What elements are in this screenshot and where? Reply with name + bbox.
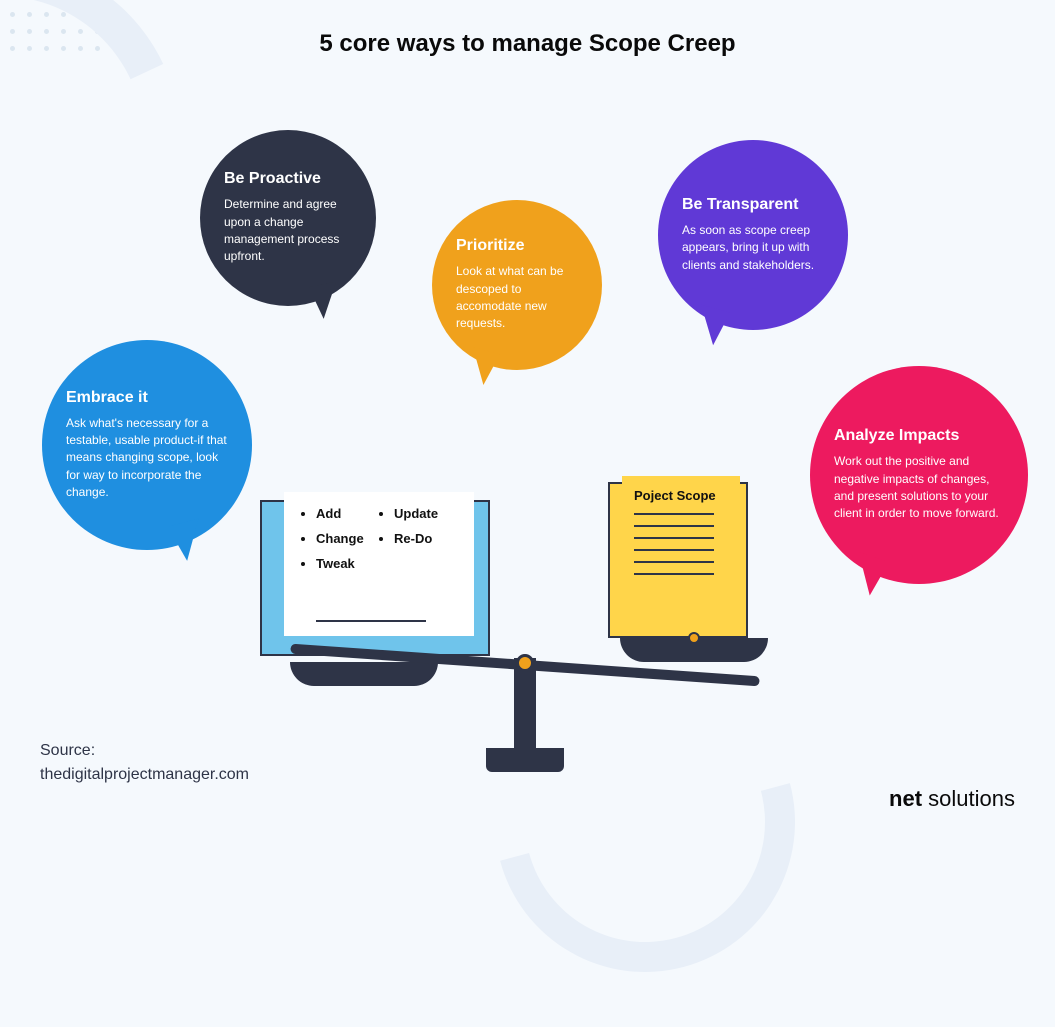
scale-hanger-icon: [688, 632, 700, 644]
source-label: Source:: [40, 742, 249, 760]
bubble-title: Be Transparent: [682, 196, 824, 214]
brand-part-bold: net: [889, 786, 928, 811]
speech-tail-icon: [692, 305, 730, 348]
bubble-title: Be Proactive: [224, 170, 352, 188]
speech-tail-icon: [847, 552, 889, 598]
list-item: Change: [316, 531, 380, 546]
scale-pan-left-icon: [290, 662, 438, 686]
scale-pivot-icon: [516, 654, 534, 672]
scale-card-project-scope: Poject Scope: [608, 482, 748, 638]
bubble-description: Look at what can be descoped to accomoda…: [456, 263, 578, 333]
brand-part-light: solutions: [928, 786, 1015, 811]
document-lines-icon: [634, 513, 728, 575]
list-item: Add: [316, 506, 380, 521]
source-attribution: Source: thedigitalprojectmanager.com: [40, 742, 249, 784]
balance-scale-illustration: Add Change Tweak Update Re-Do Poject Sco…: [260, 510, 790, 790]
bubble-description: Ask what's necessary for a testable, usa…: [66, 415, 228, 502]
page-title: 5 core ways to manage Scope Creep: [0, 30, 1055, 58]
scale-card-changes: Add Change Tweak Update Re-Do: [260, 500, 490, 656]
bubble-title: Prioritize: [456, 237, 578, 255]
changes-list: Add Change Tweak Update Re-Do: [300, 506, 458, 571]
bubble-description: As soon as scope creep appears, bring it…: [682, 222, 824, 274]
bubble-be-proactive: Be Proactive Determine and agree upon a …: [200, 130, 376, 306]
list-item: Re-Do: [394, 531, 458, 546]
source-value: thedigitalprojectmanager.com: [40, 766, 249, 784]
speech-tail-icon: [464, 347, 500, 387]
list-item: Tweak: [316, 556, 380, 571]
bubble-title: Analyze Impacts: [834, 427, 1004, 445]
bubble-prioritize: Prioritize Look at what can be descoped …: [432, 200, 602, 370]
speech-tail-icon: [309, 281, 343, 320]
underline-icon: [316, 620, 426, 622]
bubble-be-transparent: Be Transparent As soon as scope creep ap…: [658, 140, 848, 330]
bubble-analyze-impacts: Analyze Impacts Work out the positive an…: [810, 366, 1028, 584]
card-title: Poject Scope: [634, 488, 728, 503]
scale-pillar-icon: [514, 658, 536, 758]
list-item: Update: [394, 506, 458, 521]
bubble-title: Embrace it: [66, 389, 228, 407]
brand-logo: net solutions: [889, 786, 1015, 812]
bubble-embrace-it: Embrace it Ask what's necessary for a te…: [42, 340, 252, 550]
bubble-description: Determine and agree upon a change manage…: [224, 196, 352, 266]
speech-tail-icon: [168, 519, 209, 564]
bubble-description: Work out the positive and negative impac…: [834, 453, 1004, 523]
